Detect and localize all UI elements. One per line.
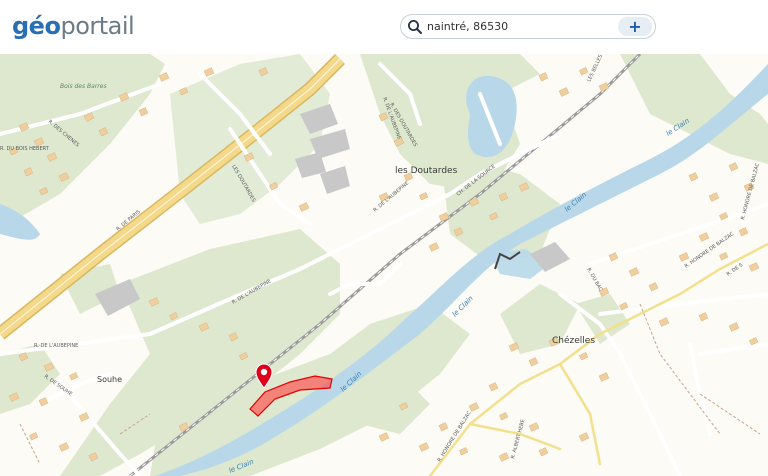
street-label-r-du-bois-hebert: R. DU BOIS HEBERT <box>0 146 50 152</box>
map-canvas[interactable]: les Doutardes Chézelles Souhe le Clain l… <box>0 54 768 476</box>
add-button[interactable]: + <box>618 17 652 36</box>
street-label-r-de-l-aubepine-2: R. DE L'AUBEPINE <box>34 343 78 349</box>
search-input[interactable] <box>427 18 613 35</box>
place-label-les-doutardes: les Doutardes <box>395 166 458 176</box>
place-label-chezelles: Chézelles <box>552 335 595 346</box>
search-icon[interactable] <box>406 18 424 36</box>
logo-portail-text: portail <box>60 12 135 40</box>
wood-label-bois-des-barres: Bois des Barres <box>60 83 107 90</box>
logo-geo-text: géo <box>12 12 61 40</box>
search-bar: + <box>400 14 656 39</box>
map-view[interactable]: les Doutardes Chézelles Souhe le Clain l… <box>0 54 768 476</box>
header-bar: géoportail + <box>0 0 768 54</box>
geoportail-logo[interactable]: géoportail <box>12 12 135 40</box>
place-label-souhe: Souhe <box>97 375 122 384</box>
